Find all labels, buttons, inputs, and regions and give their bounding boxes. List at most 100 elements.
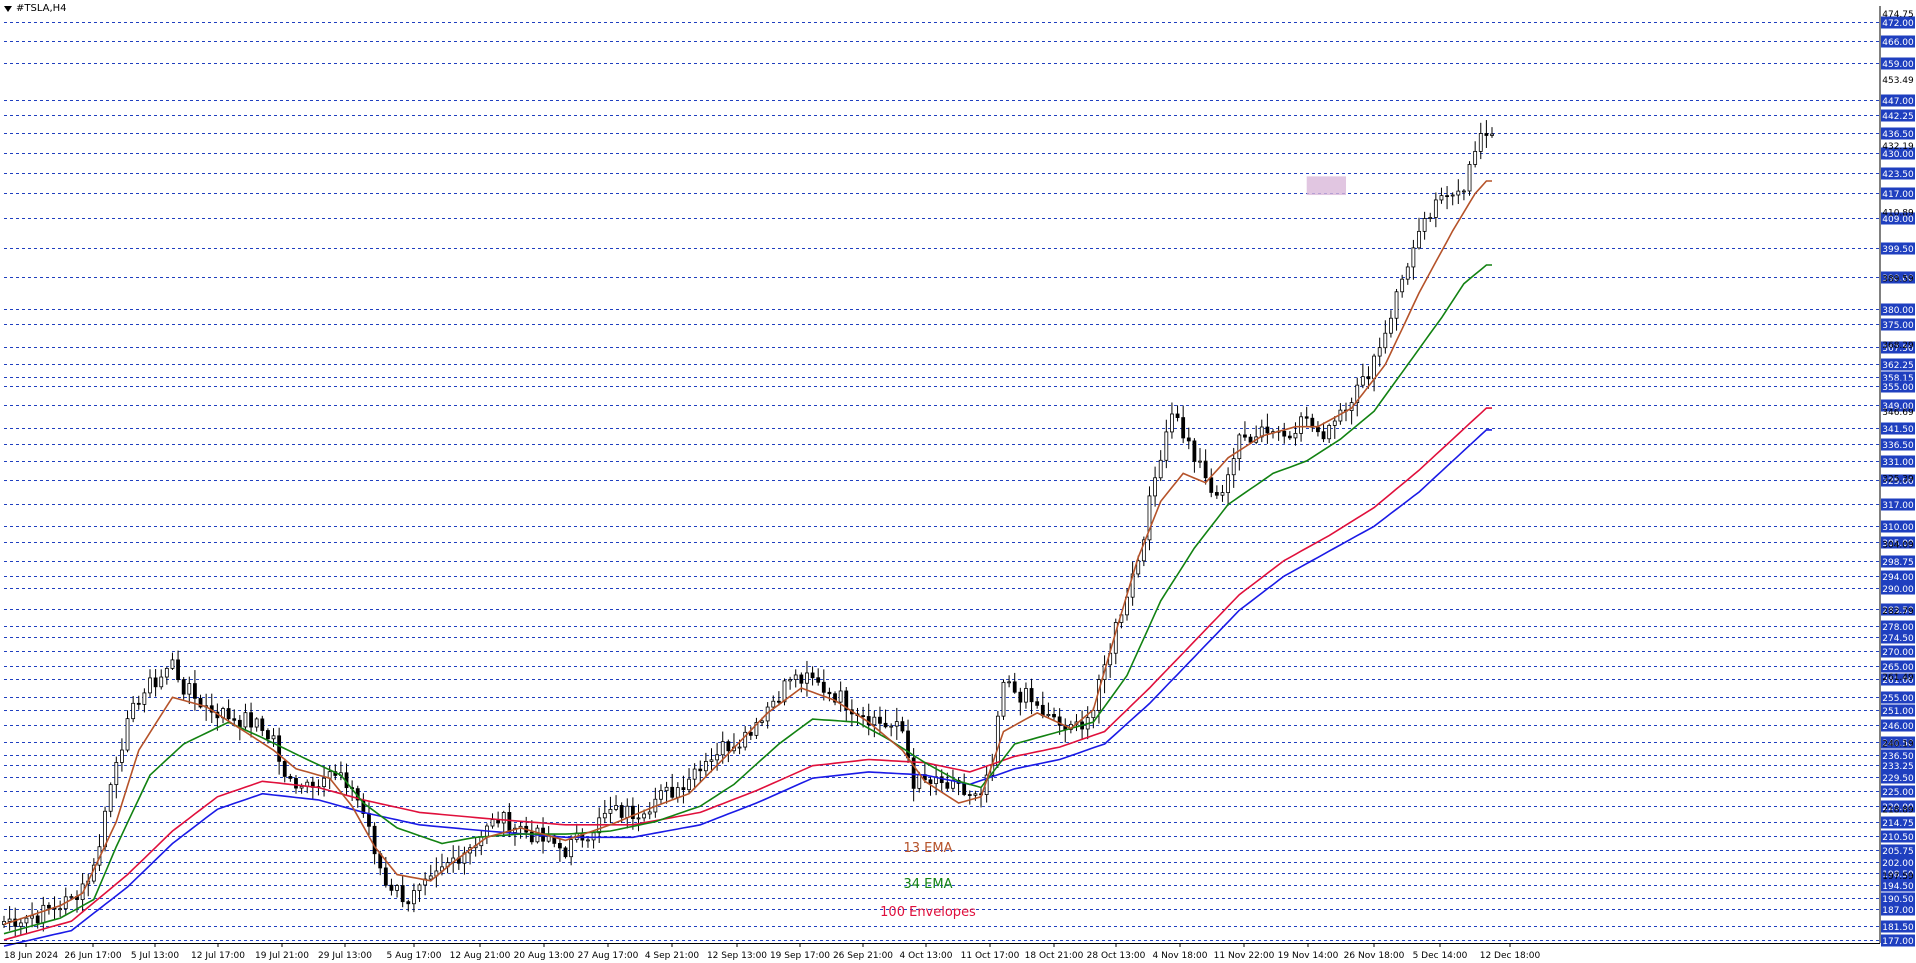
candle — [1170, 402, 1174, 439]
level-tag-label: 447.00 — [1882, 97, 1914, 107]
level-tag-label: 317.00 — [1882, 501, 1914, 511]
candle — [1332, 416, 1337, 439]
candle — [193, 670, 197, 711]
candle — [563, 846, 568, 859]
level-tag-label: 331.00 — [1882, 458, 1914, 468]
ema13-line — [3, 180, 1492, 926]
axis-tick-label: 261.49 — [1882, 673, 1914, 683]
level-tag-label: 290.00 — [1882, 585, 1914, 595]
time-tick-label: 5 Jul 13:00 — [131, 951, 180, 961]
level-tag-label: 362.25 — [1882, 361, 1914, 371]
candle — [1029, 678, 1034, 715]
candle — [602, 799, 607, 824]
time-tick-label: 12 Sep 13:00 — [707, 951, 767, 961]
price-chart[interactable]: 472.00466.00459.00447.00442.25436.50430.… — [0, 0, 1916, 963]
candle — [524, 816, 529, 839]
level-tag-label: 310.00 — [1882, 523, 1914, 533]
candle — [962, 773, 967, 797]
price-axis: 472.00466.00459.00447.00442.25436.50430.… — [1879, 6, 1915, 947]
candle — [417, 883, 422, 902]
level-tag-label: 294.00 — [1882, 573, 1914, 583]
candle — [254, 717, 259, 732]
candle — [1158, 450, 1163, 482]
candle — [462, 846, 467, 875]
candle — [1428, 212, 1433, 222]
candle — [114, 756, 119, 799]
candle — [1417, 217, 1421, 250]
candle — [647, 802, 652, 820]
axis-tick-label: 304.09 — [1882, 541, 1914, 551]
candle — [1153, 466, 1157, 507]
axis-tick-label: 197.59 — [1882, 872, 1914, 882]
axis-tick-label: 240.19 — [1882, 739, 1914, 749]
candle — [310, 776, 315, 800]
candle — [226, 699, 231, 722]
candle — [765, 702, 770, 729]
level-tag-label: 380.00 — [1882, 306, 1914, 316]
time-tick-label: 19 Jul 21:00 — [255, 951, 309, 961]
candle — [131, 696, 136, 723]
candle — [793, 669, 798, 688]
candle — [614, 795, 618, 812]
candle — [1186, 427, 1191, 450]
candle — [692, 763, 697, 790]
level-tag-label: 214.75 — [1882, 819, 1914, 829]
candle — [412, 883, 416, 913]
candle — [872, 710, 877, 738]
candle — [625, 798, 630, 829]
candle — [18, 917, 23, 936]
candle — [1113, 618, 1118, 665]
time-tick-label: 19 Nov 14:00 — [1278, 951, 1339, 961]
time-tick-label: 5 Aug 17:00 — [387, 951, 442, 961]
candle — [176, 650, 180, 683]
level-tag-label: 423.50 — [1882, 170, 1914, 180]
level-tag-label: 466.00 — [1882, 38, 1914, 48]
candle — [894, 707, 899, 740]
level-tag-label: 436.50 — [1882, 130, 1914, 140]
time-tick-label: 20 Aug 13:00 — [514, 951, 575, 961]
candle — [1259, 419, 1264, 443]
candle — [816, 668, 821, 686]
candle — [159, 669, 164, 690]
candle — [484, 823, 489, 845]
candle — [1360, 363, 1365, 389]
candle — [586, 837, 590, 848]
time-tick-label: 29 Jul 13:00 — [318, 951, 372, 961]
chart-window[interactable]: #TSLA,H4 472.00 466.00 459.00 447.00 442.25 4… — [0, 0, 1916, 963]
candle — [732, 733, 736, 754]
level-tag-label: 251.00 — [1882, 707, 1914, 717]
time-tick-label: 12 Aug 21:00 — [450, 951, 511, 961]
candle — [1462, 189, 1466, 201]
candle — [1422, 211, 1427, 240]
candle — [687, 768, 691, 794]
candle — [1484, 120, 1489, 148]
level-tag-label: 270.00 — [1882, 648, 1914, 658]
candle — [1405, 262, 1410, 285]
candle — [209, 693, 214, 724]
candle — [844, 687, 849, 722]
time-tick-label: 4 Sep 21:00 — [645, 951, 700, 961]
axis-tick-label: 389.59 — [1882, 275, 1914, 285]
candle — [833, 691, 837, 706]
candle — [1226, 467, 1230, 506]
candle — [675, 782, 680, 803]
candle — [1355, 377, 1360, 417]
candle — [788, 676, 793, 690]
candle — [282, 758, 287, 783]
axis-tick-label: 410.89 — [1882, 208, 1914, 218]
time-tick-label: 28 Oct 13:00 — [1087, 951, 1146, 961]
time-tick-label: 11 Oct 17:00 — [961, 951, 1020, 961]
candle — [395, 884, 399, 898]
candle — [277, 727, 282, 775]
axis-tick-label: 346.69 — [1882, 408, 1914, 418]
candle — [1265, 413, 1270, 444]
candle — [434, 857, 439, 888]
candle — [1310, 413, 1315, 432]
axis-tick-label: 432.19 — [1882, 142, 1914, 152]
candle — [1052, 707, 1056, 720]
highlight-zone — [1306, 176, 1347, 196]
level-tag-label: 459.00 — [1882, 60, 1914, 70]
candle — [125, 710, 130, 753]
candle — [681, 775, 686, 804]
candle — [1035, 697, 1040, 709]
